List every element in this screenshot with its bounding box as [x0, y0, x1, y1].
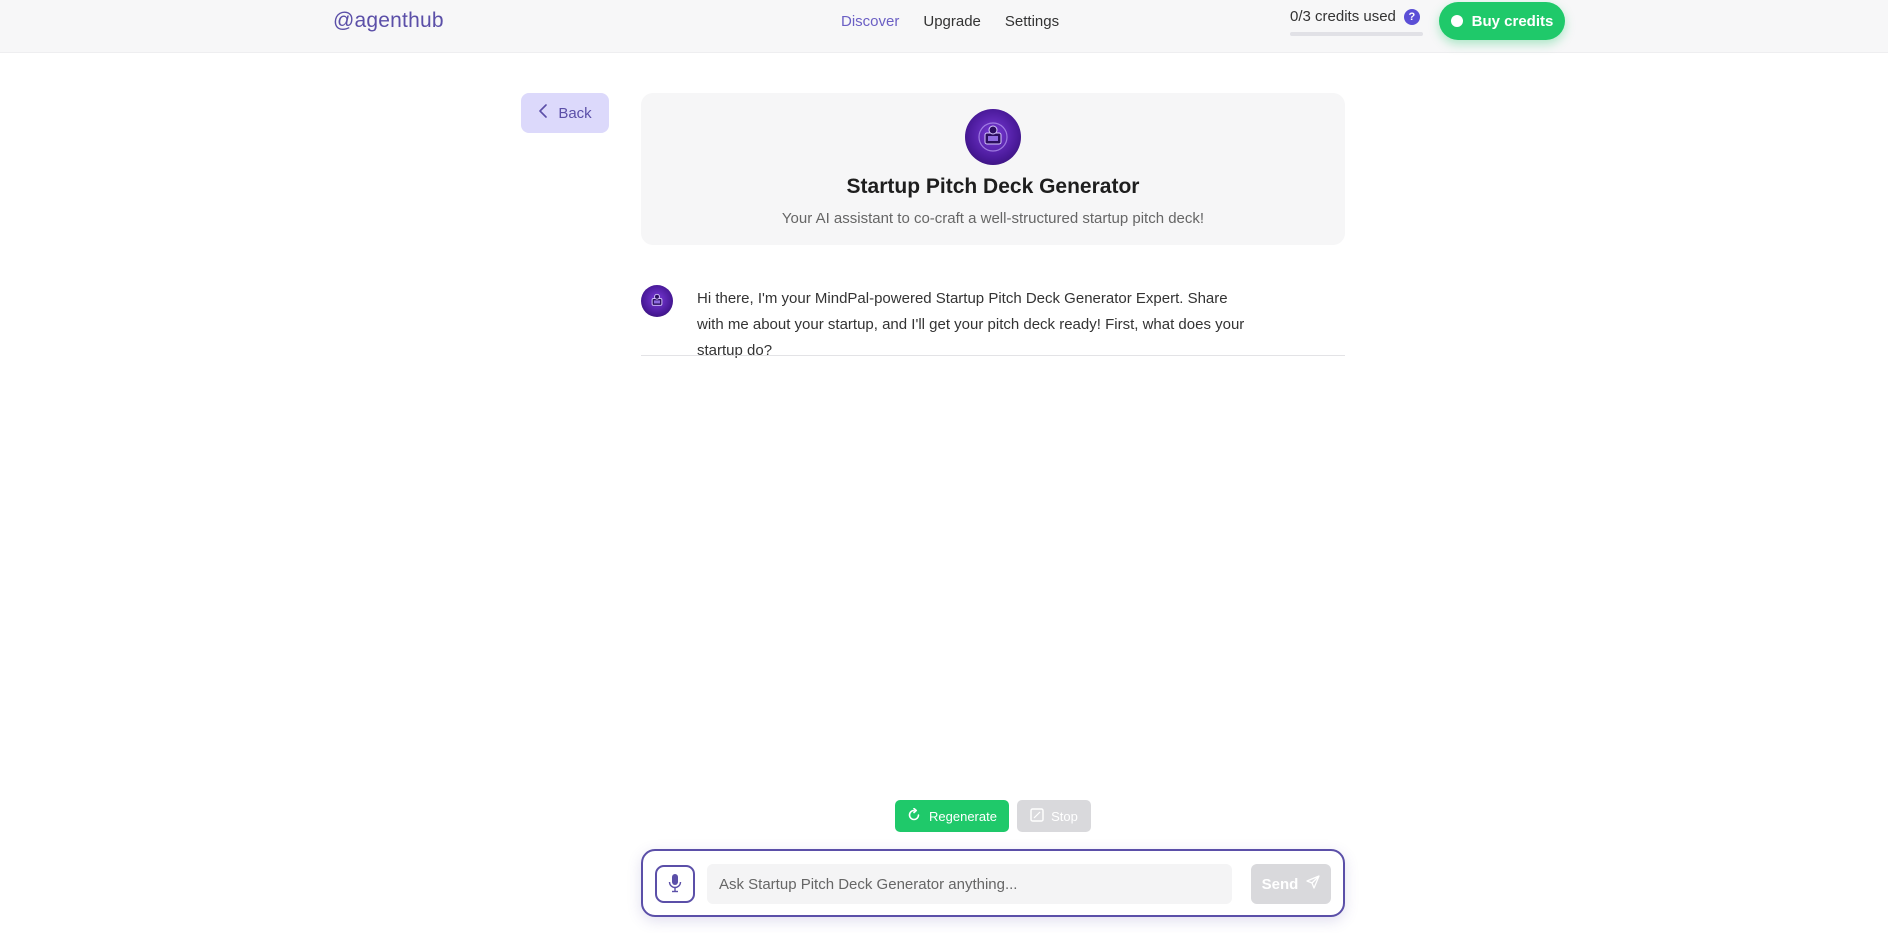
- microphone-button[interactable]: [655, 865, 695, 903]
- nav-upgrade[interactable]: Upgrade: [923, 13, 981, 30]
- chat-input[interactable]: [707, 864, 1232, 904]
- back-label: Back: [558, 104, 592, 122]
- send-label: Send: [1261, 875, 1299, 893]
- refresh-icon: [907, 807, 921, 825]
- chevron-left-icon: [538, 104, 548, 122]
- top-navigation-bar: @agenthub Discover Upgrade Settings 0/3 …: [0, 0, 1888, 53]
- main-nav: Discover Upgrade Settings: [841, 13, 1083, 30]
- credits-used-label: 0/3 credits used: [1290, 8, 1396, 25]
- agent-subtitle: Your AI assistant to co-craft a well-str…: [781, 210, 1205, 227]
- message-divider: [641, 355, 1345, 356]
- circle-icon: [1450, 15, 1463, 27]
- regenerate-button[interactable]: Regenerate: [895, 800, 1009, 832]
- help-icon[interactable]: ?: [1403, 8, 1420, 25]
- chat-message-text: Hi there, I'm your MindPal-powered Start…: [697, 290, 1245, 359]
- back-button[interactable]: Back: [521, 93, 609, 133]
- agent-avatar-icon: [965, 109, 1021, 165]
- nav-discover[interactable]: Discover: [841, 13, 899, 30]
- agent-info-card: Startup Pitch Deck Generator Your AI ass…: [641, 93, 1345, 245]
- agent-avatar-icon: [641, 285, 673, 317]
- buy-credits-label: Buy credits: [1471, 12, 1554, 30]
- chat-composer: Send: [641, 849, 1345, 917]
- credits-progress-bar: [1290, 32, 1423, 36]
- credits-meter: 0/3 credits used ?: [1290, 8, 1423, 36]
- paper-plane-icon: [1306, 875, 1320, 893]
- app-logo[interactable]: @agenthub: [333, 9, 444, 33]
- agent-title: Startup Pitch Deck Generator: [846, 175, 1140, 198]
- nav-settings[interactable]: Settings: [1005, 13, 1059, 30]
- regenerate-label: Regenerate: [929, 808, 997, 824]
- buy-credits-button[interactable]: Buy credits: [1439, 2, 1565, 40]
- send-button[interactable]: Send: [1251, 864, 1331, 904]
- stop-icon: [1030, 807, 1044, 825]
- microphone-icon: [668, 873, 682, 896]
- stop-label: Stop: [1051, 808, 1078, 824]
- stop-button[interactable]: Stop: [1017, 800, 1091, 832]
